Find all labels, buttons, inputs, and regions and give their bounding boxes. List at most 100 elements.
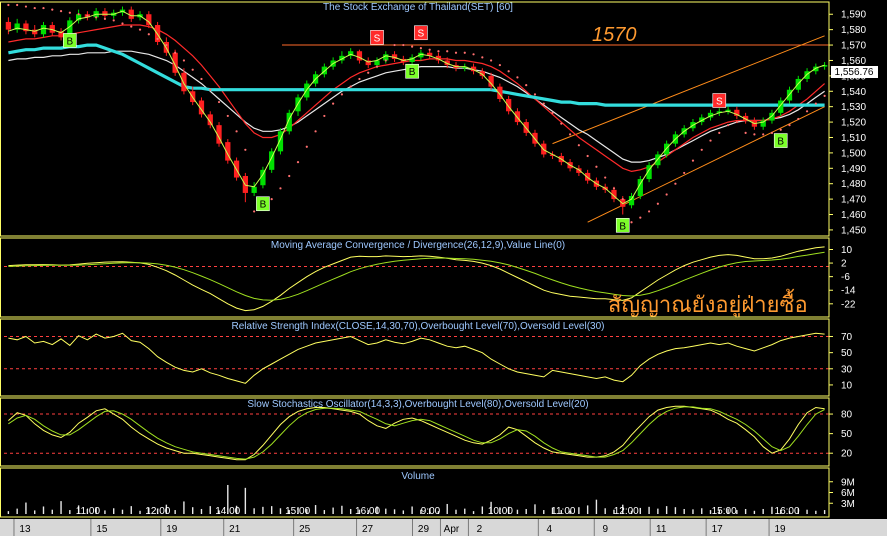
sar-dot <box>665 193 668 196</box>
sar-dot <box>428 48 431 51</box>
sar-dot <box>762 133 765 136</box>
sar-dot <box>753 133 756 136</box>
sar-dot <box>507 70 510 73</box>
sar-dot <box>51 8 54 11</box>
macd-title: Moving Average Convergence / Divergence(… <box>271 240 565 251</box>
sar-dot <box>95 16 98 19</box>
candle-body <box>356 51 363 61</box>
sar-dot <box>235 130 238 133</box>
sar-dot <box>77 13 80 16</box>
sar-dot <box>481 56 484 59</box>
sar-dot <box>217 100 221 104</box>
sar-dot <box>683 171 686 175</box>
sar-dot <box>691 159 695 162</box>
sar-dot <box>814 102 817 105</box>
stoch-tick-label: 50 <box>841 429 853 440</box>
sar-dot <box>182 59 186 62</box>
macd-tick-label: 10 <box>841 245 853 256</box>
sar-dot <box>121 22 124 25</box>
price-tick-label: 1,500 <box>841 148 866 159</box>
price-tick-label: 1,530 <box>841 102 866 113</box>
macd-tick-label: -22 <box>841 299 856 310</box>
price-tick-label: 1,450 <box>841 225 866 236</box>
resistance-annotation: 1570 <box>592 24 637 46</box>
sar-dot <box>358 77 361 81</box>
sar-dot <box>490 59 493 62</box>
candle-body <box>628 196 635 206</box>
time-label: 11:00 <box>551 506 576 517</box>
candle-body <box>585 172 591 181</box>
price-tick-label: 1,470 <box>841 195 866 206</box>
sar-dot <box>437 50 440 53</box>
sar-dot <box>419 47 422 50</box>
date-label: 19 <box>774 524 786 535</box>
sar-dot <box>551 111 554 114</box>
sar-dot <box>674 182 677 185</box>
signal-label: B <box>66 36 73 47</box>
date-label: 4 <box>547 524 553 535</box>
sar-dot <box>314 130 317 133</box>
sar-dot <box>270 198 273 201</box>
date-label: 29 <box>418 524 430 535</box>
sar-dot <box>542 102 545 105</box>
sar-dot <box>393 43 396 47</box>
sar-dot <box>323 114 326 118</box>
sar-dot <box>305 145 308 148</box>
volume-tick-label: 3M <box>841 499 855 510</box>
sar-dot <box>498 63 501 67</box>
time-label: 10:00 <box>488 506 513 517</box>
sar-dot <box>560 122 563 125</box>
sar-dot <box>332 102 335 105</box>
sar-dot <box>288 174 291 178</box>
time-label: 14:00 <box>215 506 240 517</box>
signal-label: S <box>418 29 425 40</box>
rsi-title: Relative Strength Index(CLOSE,14,30,70),… <box>232 321 605 332</box>
time-label: 16:00 <box>355 506 380 517</box>
sar-dot <box>156 37 159 40</box>
sar-dot <box>340 93 343 96</box>
signal-label: B <box>260 200 267 211</box>
sar-dot <box>525 84 528 87</box>
last-price-label: 1,556.76 <box>835 67 874 78</box>
date-label: 13 <box>19 524 31 535</box>
signal-label: B <box>777 137 784 148</box>
sar-dot <box>604 176 607 179</box>
macd-tick-label: 2 <box>841 259 847 270</box>
signal-label: B <box>619 221 626 232</box>
candle-body <box>251 186 257 193</box>
date-label: 9 <box>602 524 608 535</box>
sar-dot <box>779 128 782 131</box>
time-label: 15:00 <box>285 506 310 517</box>
sar-dot <box>735 120 738 124</box>
stoch-tick-label: 80 <box>841 410 853 421</box>
sar-dot <box>454 51 458 54</box>
sar-dot <box>586 154 589 158</box>
rsi-tick-label: 50 <box>841 348 853 359</box>
sar-dot <box>24 5 28 8</box>
macd-caption: สัญญาณยังอยู่ฝ่ายซื้อ <box>608 289 808 318</box>
volume-title: Volume <box>401 471 435 482</box>
sar-dot <box>797 117 800 121</box>
rsi-tick-label: 70 <box>841 332 853 343</box>
sar-dot <box>279 187 282 190</box>
sar-dot <box>516 76 519 79</box>
signal-label: B <box>409 67 416 78</box>
candle-body <box>181 72 187 92</box>
sar-dot <box>349 85 352 88</box>
price-tick-label: 1,540 <box>841 87 866 98</box>
sar-dot <box>86 14 89 17</box>
date-label: 21 <box>229 524 241 535</box>
date-label: 19 <box>166 524 178 535</box>
sar-dot <box>33 6 36 10</box>
price-tick-label: 1,570 <box>841 41 866 52</box>
signal-label: S <box>716 97 723 108</box>
sar-dot <box>709 139 712 142</box>
volume-tick-label: 9M <box>841 477 855 488</box>
date-label: 2 <box>477 524 483 535</box>
sar-dot <box>446 50 449 53</box>
sar-dot <box>174 51 177 54</box>
sar-dot <box>577 144 580 147</box>
rsi-tick-label: 30 <box>841 364 853 375</box>
sar-dot <box>68 11 71 14</box>
sar-dot <box>7 3 10 7</box>
